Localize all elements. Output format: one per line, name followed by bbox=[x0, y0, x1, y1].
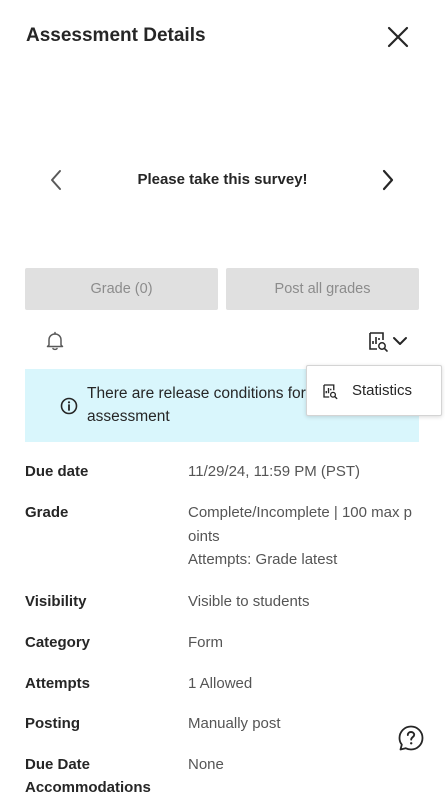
detail-label: Grade bbox=[25, 504, 69, 521]
grade-actions: Grade (0) Post all grades bbox=[25, 268, 419, 310]
detail-value: Manually post bbox=[188, 715, 281, 732]
chevron-down-icon bbox=[393, 337, 407, 345]
statistics-icon bbox=[323, 384, 338, 400]
detail-value: Visible to students bbox=[188, 593, 310, 610]
detail-value: 11/29/24, 11:59 PM (PST) bbox=[188, 463, 361, 480]
grade-button[interactable]: Grade (0) bbox=[25, 268, 218, 310]
next-button[interactable] bbox=[376, 166, 400, 194]
statistics-menu-button[interactable] bbox=[366, 329, 412, 353]
statistics-icon bbox=[369, 332, 388, 352]
post-all-grades-button[interactable]: Post all grades bbox=[226, 268, 419, 310]
notifications-button[interactable] bbox=[43, 329, 67, 353]
detail-label: Category bbox=[25, 634, 91, 651]
bell-icon bbox=[46, 331, 64, 351]
detail-value: Form bbox=[188, 634, 223, 651]
close-icon bbox=[387, 26, 409, 48]
statistics-dropdown: Statistics bbox=[306, 365, 442, 416]
detail-label: Attempts bbox=[25, 675, 91, 692]
detail-value-attempts-grading: Attempts: Grade latest bbox=[188, 551, 338, 568]
detail-label: Due Date Accommodations bbox=[25, 756, 151, 796]
detail-label: Visibility bbox=[25, 593, 87, 610]
info-icon bbox=[60, 397, 78, 415]
chevron-right-icon bbox=[382, 169, 394, 191]
detail-value: 1 Allowed bbox=[188, 675, 253, 692]
detail-value: None bbox=[188, 756, 224, 773]
detail-label: Due date bbox=[25, 463, 89, 480]
close-button[interactable] bbox=[384, 23, 412, 51]
statistics-label: Statistics bbox=[352, 382, 413, 399]
assessment-navigator: Please take this survey! bbox=[0, 160, 445, 200]
page-title: Assessment Details bbox=[26, 25, 206, 46]
detail-label: Posting bbox=[25, 715, 80, 732]
help-button[interactable] bbox=[397, 724, 425, 752]
help-icon bbox=[398, 725, 424, 751]
panel-header: Assessment Details bbox=[0, 0, 445, 72]
detail-value: Complete/Incomplete | 100 max points bbox=[188, 504, 413, 545]
statistics-menu-item[interactable]: Statistics bbox=[307, 366, 441, 415]
